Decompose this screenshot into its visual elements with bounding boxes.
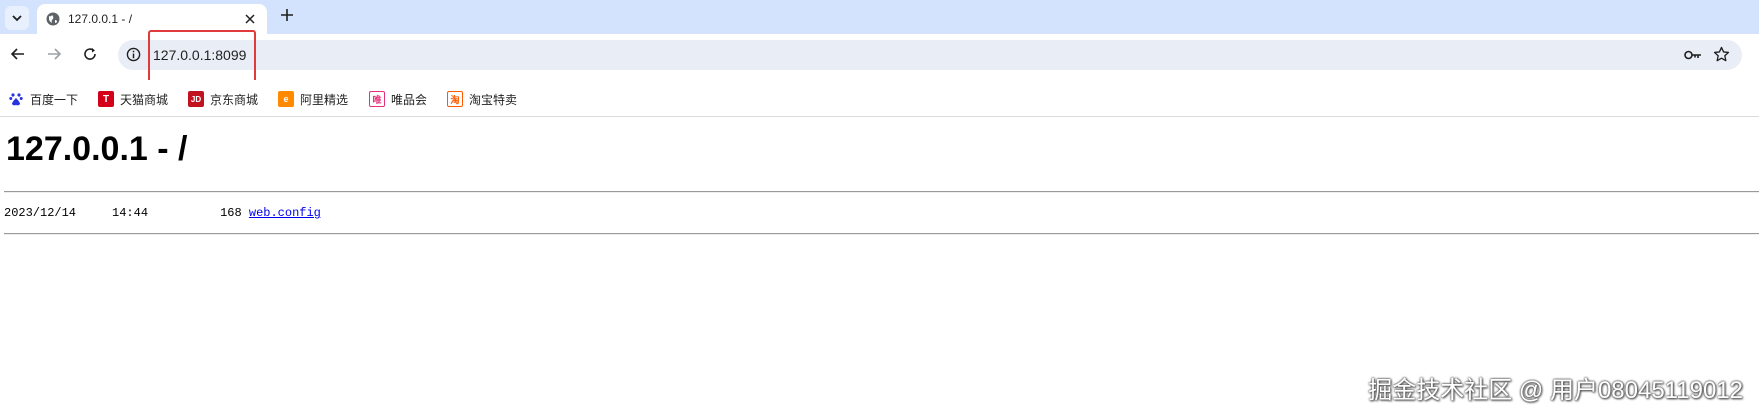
bookmark-label: 淘宝特卖 [469, 92, 518, 107]
bookmark-label: 百度一下 [30, 92, 79, 107]
file-link-web-config[interactable]: web.config [249, 206, 321, 220]
close-tab-icon[interactable] [241, 10, 259, 28]
baidu-paw-icon [8, 91, 24, 107]
bookmark-baidu[interactable]: 百度一下 [8, 90, 78, 108]
bookmark-tmall[interactable]: T 天猫商城 [98, 90, 168, 108]
tab-search-button[interactable] [5, 6, 29, 30]
forward-arrow-icon[interactable] [44, 44, 64, 64]
globe-icon [45, 11, 61, 32]
divider [4, 191, 1759, 193]
chevron-down-icon [12, 15, 22, 22]
bookmark-jd[interactable]: JD 京东商城 [188, 90, 258, 108]
tab-strip: 127.0.0.1 - / [0, 0, 1759, 34]
back-arrow-icon[interactable] [8, 44, 28, 64]
watermark: 掘金技术社区 @ 用户08045119012 [1368, 377, 1743, 404]
bookmark-vip[interactable]: 唯 唯品会 [369, 90, 427, 108]
bookmark-label: 阿里精选 [300, 92, 349, 107]
password-key-icon[interactable] [1684, 48, 1702, 66]
page-heading: 127.0.0.1 - / [6, 130, 188, 168]
file-time: 14:44 [112, 206, 149, 220]
file-row: 2023/12/14 14:44 168 web.config [4, 206, 321, 220]
bookmark-label: 天猫商城 [120, 92, 169, 107]
vip-icon: 唯 [369, 91, 385, 107]
bookmark-star-icon[interactable] [1713, 46, 1730, 68]
tmall-icon: T [98, 91, 114, 107]
bookmark-label: 京东商城 [210, 92, 259, 107]
bookmark-label: 唯品会 [391, 92, 428, 107]
ali-icon: e [278, 91, 294, 107]
address-bar[interactable]: 127.0.0.1:8099 [118, 40, 1742, 70]
bookmark-ali[interactable]: e 阿里精选 [278, 90, 348, 108]
divider [4, 233, 1759, 235]
toolbar: 127.0.0.1:8099 [0, 34, 1759, 74]
site-info-icon[interactable] [126, 47, 141, 67]
bookmarks-bar: 百度一下 T 天猫商城 JD 京东商城 e 阿里精选 唯 唯品会 淘 淘宝特卖 [0, 80, 1759, 117]
reload-icon[interactable] [80, 44, 100, 64]
bookmark-taobao[interactable]: 淘 淘宝特卖 [447, 90, 517, 108]
file-date: 2023/12/14 [4, 206, 77, 220]
new-tab-icon[interactable] [280, 8, 294, 27]
file-size: 168 [220, 206, 242, 220]
tab-title: 127.0.0.1 - / [68, 12, 133, 26]
url-highlight-annotation [148, 30, 256, 85]
jd-icon: JD [188, 91, 204, 107]
taobao-icon: 淘 [447, 91, 463, 107]
